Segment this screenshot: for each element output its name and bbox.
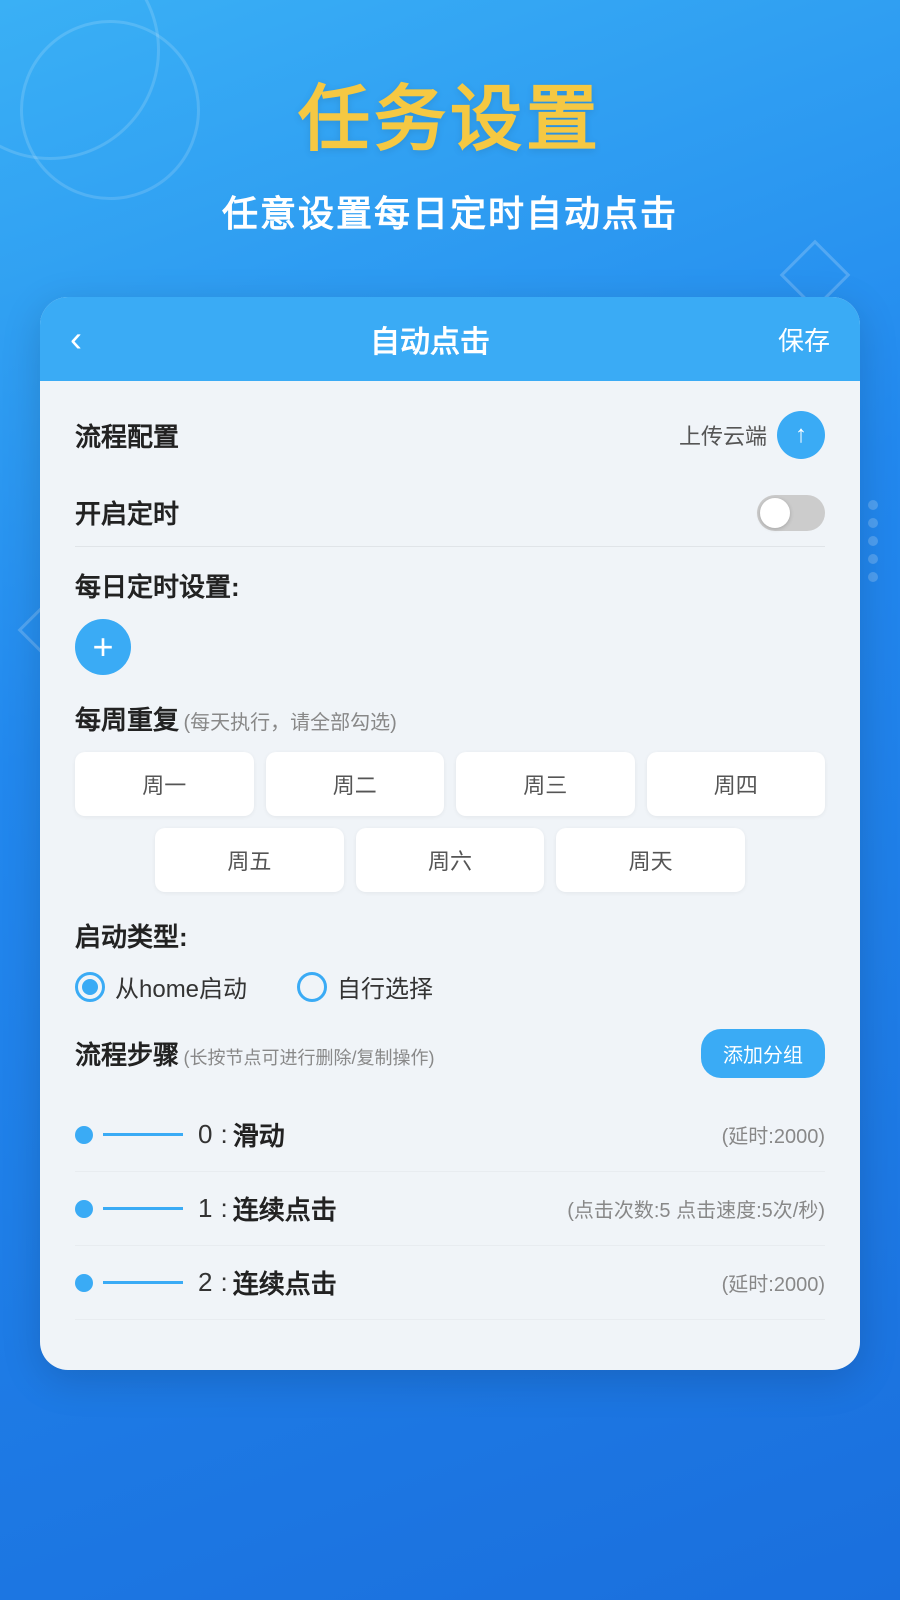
step-dot-1 [75,1200,93,1218]
step-colon-1: : [220,1193,227,1224]
radio-custom-label: 自行选择 [337,969,433,1004]
upload-icon: ↑ [795,421,807,449]
week-grid-row1: 周一 周二 周三 周四 [75,752,825,816]
flow-config-row: 流程配置 上传云端 ↑ [75,411,825,459]
launch-type-section: 启动类型: 从home启动 自行选择 [75,917,825,1004]
steps-header: 流程步骤 (长按节点可进行删除/复制操作) 添加分组 [75,1029,825,1078]
step-detail-1: (点击次数:5 点击速度:5次/秒) [567,1194,825,1223]
radio-home-label: 从home启动 [115,969,247,1004]
page-sub-title: 任意设置每日定时自动点击 [20,185,880,237]
step-name-1: 连续点击 [233,1190,568,1227]
add-group-button[interactable]: 添加分组 [701,1029,825,1078]
save-button[interactable]: 保存 [778,321,830,358]
day-thursday[interactable]: 周四 [647,752,826,816]
step-detail-2: (延时:2000) [722,1268,825,1297]
timer-label: 开启定时 [75,494,179,531]
card-body: 流程配置 上传云端 ↑ 开启定时 每日定时设置: + 每周重复 (每天执行， [40,381,860,1370]
steps-title: 流程步骤 [75,1040,179,1070]
timer-toggle-row: 开启定时 [75,479,825,547]
steps-title-area: 流程步骤 (长按节点可进行删除/复制操作) [75,1035,434,1072]
step-index-2: 2 [198,1267,212,1298]
upload-text: 上传云端 [679,419,767,451]
header-area: 任务设置 任意设置每日定时自动点击 [0,0,900,267]
step-item-2: 2 : 连续点击 (延时:2000) [75,1246,825,1320]
upload-button[interactable]: ↑ [777,411,825,459]
flow-config-label: 流程配置 [75,417,179,454]
step-dot-0 [75,1126,93,1144]
step-line-0 [103,1133,183,1136]
steps-subtitle: (长按节点可进行删除/复制操作) [183,1048,434,1068]
page-main-title: 任务设置 [20,60,880,165]
step-item-1: 1 : 连续点击 (点击次数:5 点击速度:5次/秒) [75,1172,825,1246]
launch-title: 启动类型: [75,917,825,954]
day-friday[interactable]: 周五 [155,828,344,892]
step-dot-2 [75,1274,93,1292]
day-tuesday[interactable]: 周二 [266,752,445,816]
settings-card: ‹ 自动点击 保存 流程配置 上传云端 ↑ 开启定时 每日定时设置: + [40,297,860,1370]
step-colon-0: : [220,1119,227,1150]
card-title: 自动点击 [370,317,490,361]
launch-option-custom[interactable]: 自行选择 [297,969,433,1004]
step-colon-2: : [220,1267,227,1298]
launch-option-home[interactable]: 从home启动 [75,969,247,1004]
radio-custom-circle [297,972,327,1002]
week-grid-row2: 周五 周六 周天 [75,828,825,892]
weekly-section: 每周重复 (每天执行，请全部勾选) 周一 周二 周三 周四 周五 周六 周天 [75,700,825,892]
back-button[interactable]: ‹ [70,318,82,360]
weekly-title-row: 每周重复 (每天执行，请全部勾选) [75,700,825,737]
step-index-0: 0 [198,1119,212,1150]
radio-home-circle [75,972,105,1002]
steps-section: 流程步骤 (长按节点可进行删除/复制操作) 添加分组 0 : 滑动 (延时:20… [75,1029,825,1320]
add-timer-button[interactable]: + [75,619,131,675]
plus-icon: + [92,626,113,668]
day-wednesday[interactable]: 周三 [456,752,635,816]
step-name-2: 连续点击 [233,1264,722,1301]
day-monday[interactable]: 周一 [75,752,254,816]
step-detail-0: (延时:2000) [722,1120,825,1149]
timer-toggle[interactable] [757,495,825,531]
daily-title: 每日定时设置: [75,567,825,604]
step-line-1 [103,1207,183,1210]
weekly-title: 每周重复 [75,705,179,735]
step-index-1: 1 [198,1193,212,1224]
launch-options: 从home启动 自行选择 [75,969,825,1004]
day-sunday[interactable]: 周天 [556,828,745,892]
weekly-subtitle: (每天执行，请全部勾选) [183,712,396,734]
step-item-0: 0 : 滑动 (延时:2000) [75,1098,825,1172]
day-saturday[interactable]: 周六 [356,828,545,892]
card-header: ‹ 自动点击 保存 [40,297,860,381]
step-line-2 [103,1281,183,1284]
daily-timer-section: 每日定时设置: + [75,567,825,675]
upload-area: 上传云端 ↑ [679,411,825,459]
step-name-0: 滑动 [233,1116,722,1153]
